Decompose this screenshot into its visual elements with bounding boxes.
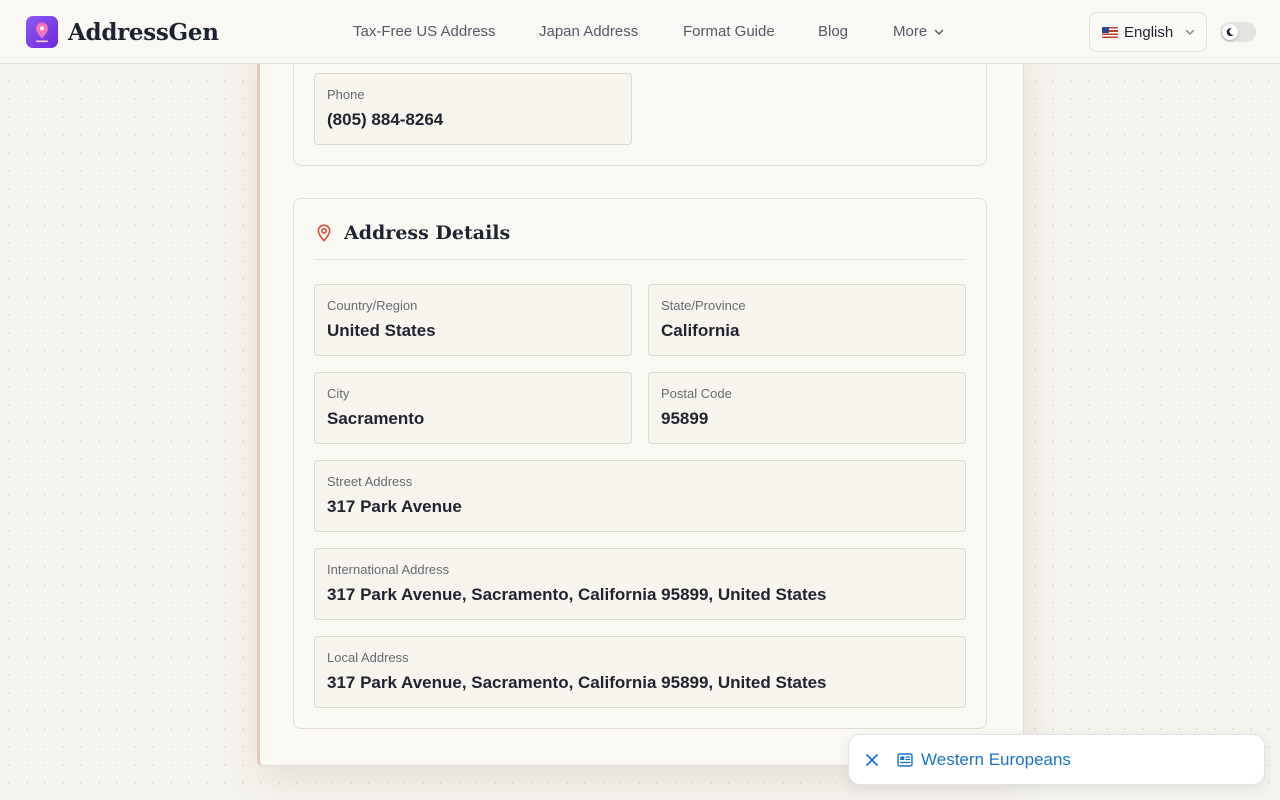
international-address-value: 317 Park Avenue, Sacramento, California … <box>327 585 827 604</box>
language-label: English <box>1124 23 1174 41</box>
state-value: California <box>661 321 740 340</box>
top-header: AddressGen Tax-Free US Address Japan Add… <box>0 0 1280 64</box>
street-address-field[interactable]: Street Address 317 Park Avenue <box>314 460 966 532</box>
close-icon <box>866 753 878 766</box>
us-flag-icon <box>1102 26 1118 38</box>
map-pin-icon <box>317 224 331 242</box>
nav-more-label: More <box>893 23 928 40</box>
theme-toggle[interactable] <box>1220 22 1256 42</box>
street-address-label: Street Address <box>327 474 413 489</box>
theme-toggle-knob <box>1222 24 1238 40</box>
toast-link[interactable]: Western Europeans <box>897 750 1071 770</box>
nav-blog[interactable]: Blog <box>818 23 848 40</box>
city-value: Sacramento <box>327 409 425 428</box>
state-field[interactable]: State/Province California <box>648 284 966 356</box>
country-value: United States <box>327 321 436 340</box>
chevron-down-icon <box>934 29 944 35</box>
logo-icon <box>26 16 58 48</box>
language-selector[interactable]: English <box>1089 12 1207 52</box>
local-address-label: Local Address <box>327 650 409 665</box>
phone-value: (805) 884-8264 <box>327 110 444 129</box>
phone-field[interactable]: Phone (805) 884-8264 <box>314 73 632 145</box>
close-toast-button[interactable] <box>863 751 881 769</box>
section-title: Address Details <box>344 222 511 244</box>
state-label: State/Province <box>661 298 746 313</box>
street-address-value: 317 Park Avenue <box>327 497 462 516</box>
nav-more-menu[interactable]: More <box>893 23 945 40</box>
logo[interactable]: AddressGen <box>26 16 219 48</box>
postal-code-value: 95899 <box>661 409 709 428</box>
international-address-field[interactable]: International Address 317 Park Avenue, S… <box>314 548 966 620</box>
app-name: AddressGen <box>68 18 219 46</box>
chevron-down-icon <box>1185 29 1195 35</box>
moon-icon <box>1226 28 1234 37</box>
news-toast: Western Europeans <box>848 734 1265 785</box>
postal-code-field[interactable]: Postal Code 95899 <box>648 372 966 444</box>
international-address-label: International Address <box>327 562 450 577</box>
country-field[interactable]: Country/Region United States <box>314 284 632 356</box>
local-address-value: 317 Park Avenue, Sacramento, California … <box>327 673 827 692</box>
local-address-field[interactable]: Local Address 317 Park Avenue, Sacrament… <box>314 636 966 708</box>
city-field[interactable]: City Sacramento <box>314 372 632 444</box>
phone-label: Phone <box>327 87 365 102</box>
nav-japan-address[interactable]: Japan Address <box>539 23 638 40</box>
nav-format-guide[interactable]: Format Guide <box>683 23 775 40</box>
toast-link-label: Western Europeans <box>921 749 1071 769</box>
country-label: Country/Region <box>327 298 418 313</box>
address-details-header: Address Details <box>314 222 510 244</box>
news-icon <box>897 752 913 767</box>
section-divider <box>314 259 966 260</box>
postal-code-label: Postal Code <box>661 386 732 401</box>
nav-tax-free-us-address[interactable]: Tax-Free US Address <box>353 23 496 40</box>
city-label: City <box>327 386 350 401</box>
